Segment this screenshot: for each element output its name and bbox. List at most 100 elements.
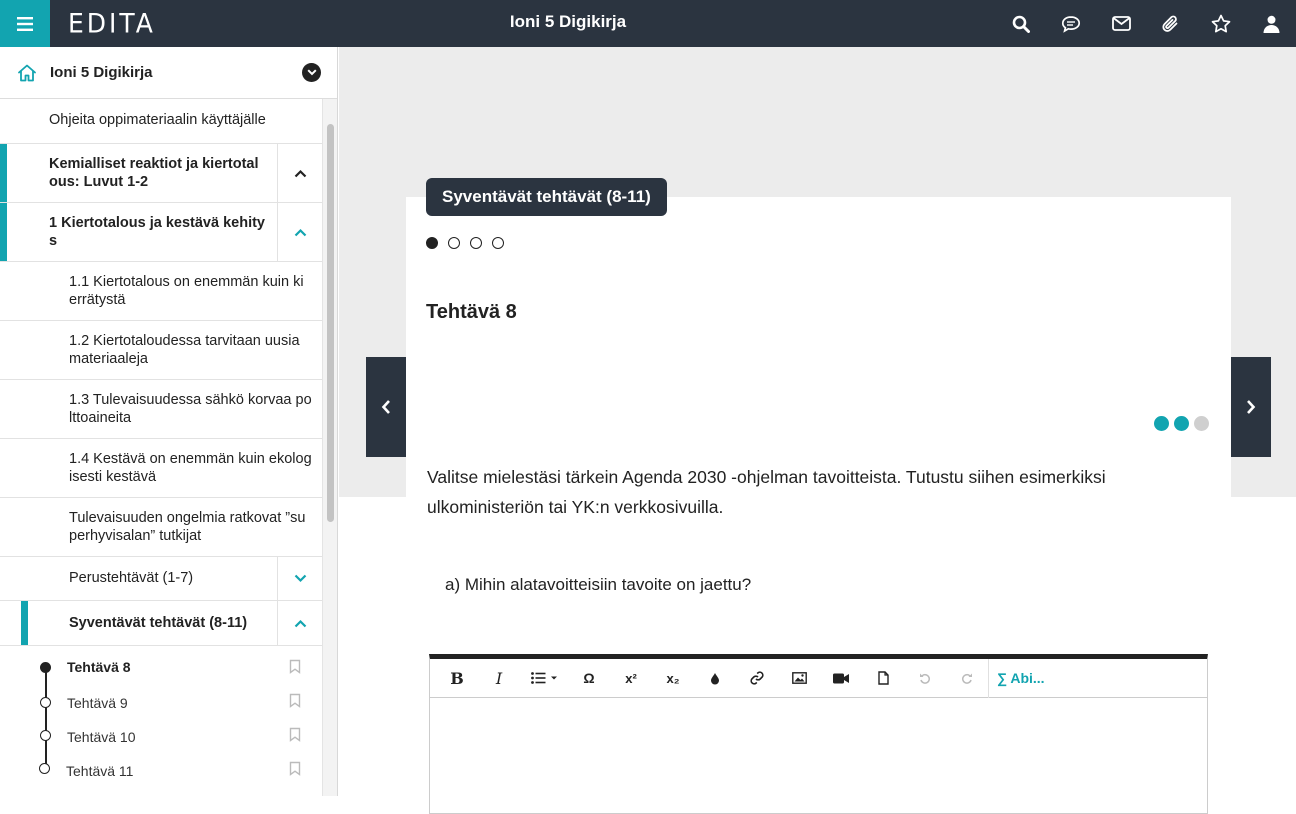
chevron-up-icon	[294, 169, 306, 177]
bold-button[interactable]: B	[436, 659, 478, 698]
toc-item-advanced-tasks[interactable]: Syventävät tehtävät (8-11)	[0, 601, 322, 646]
undo-icon	[920, 673, 930, 684]
slide-dot-3[interactable]	[1194, 416, 1209, 431]
task-label: Tehtävä 10	[67, 729, 136, 745]
ink-drop-icon	[711, 672, 719, 684]
mail-button[interactable]	[1096, 0, 1146, 47]
chevron-left-icon	[381, 400, 390, 414]
task-card	[406, 197, 1231, 497]
scrollbar-thumb[interactable]	[327, 124, 334, 522]
answer-editor[interactable]: B I Ω x² x₂ ∑ Abi...	[429, 654, 1208, 814]
toc-item-1-4[interactable]: 1.4 Kestävä on enemmän kuin ekolog isest…	[0, 439, 322, 498]
active-indicator	[21, 601, 28, 645]
next-button[interactable]	[1231, 357, 1271, 457]
toc-item-label: Perustehtävät (1-7)	[69, 570, 194, 586]
toc-item-label: Ohjeita oppimateriaalin käyttäjälle	[49, 112, 266, 128]
expand-button[interactable]	[277, 557, 322, 600]
toc-item-section-1[interactable]: 1 Kiertotalous ja kestävä kehity s	[0, 203, 322, 262]
bookmark-icon	[289, 693, 301, 708]
toc-item-chapter[interactable]: Kemialliset reaktiot ja kiertotal ous: L…	[0, 144, 322, 203]
paperclip-icon	[1162, 15, 1178, 32]
task-item-10[interactable]: Tehtävä 10	[0, 719, 322, 753]
collapse-button[interactable]	[277, 601, 322, 645]
chat-icon	[1061, 15, 1081, 33]
table-of-contents: Ohjeita oppimateriaalin käyttäjälle Kemi…	[0, 99, 322, 646]
slide-indicator	[1154, 416, 1209, 431]
editor-toolbar: B I Ω x² x₂ ∑ Abi...	[430, 658, 1207, 698]
file-button[interactable]	[862, 659, 904, 698]
task-dot	[39, 763, 50, 774]
pager-dot-3[interactable]	[470, 237, 482, 249]
toc-item-basic-tasks[interactable]: Perustehtävät (1-7)	[0, 557, 322, 601]
toc-item-1-2[interactable]: 1.2 Kiertotaloudessa tarvitaan uusia mat…	[0, 321, 322, 380]
top-bar: EDITA Ioni 5 Digikirja	[0, 0, 1296, 47]
pager-dot-1[interactable]	[426, 237, 438, 249]
collapse-button[interactable]	[277, 144, 322, 202]
pager-dot-2[interactable]	[448, 237, 460, 249]
active-indicator	[0, 203, 7, 261]
star-icon	[1211, 14, 1231, 33]
slide-dot-2[interactable]	[1174, 416, 1189, 431]
bookmark-button[interactable]	[289, 693, 301, 713]
collapse-button[interactable]	[277, 203, 322, 261]
slide-dot-1[interactable]	[1154, 416, 1169, 431]
question-a: a) Mihin alatavoitteisiin tavoite on jae…	[445, 575, 752, 594]
task-item-11[interactable]: Tehtävä 11	[0, 753, 322, 787]
bookmark-button[interactable]	[289, 727, 301, 747]
app-title: Ioni 5 Digikirja	[509, 12, 627, 31]
toc-item-label: 1.1 Kiertotalous on enemmän kuin ki errä…	[69, 274, 304, 308]
bookmark-icon	[289, 761, 301, 776]
redo-icon	[962, 673, 972, 684]
superscript-button[interactable]: x²	[610, 659, 652, 698]
task-label: Tehtävä 9	[67, 695, 128, 711]
text-color-button[interactable]	[694, 659, 736, 698]
sidebar-header: Ioni 5 Digikirja	[0, 47, 337, 99]
list-button[interactable]	[520, 659, 568, 698]
task-item-8[interactable]: Tehtävä 8	[0, 651, 322, 685]
pager-dot-4[interactable]	[492, 237, 504, 249]
abi-math-button[interactable]: ∑ Abi...	[989, 670, 1045, 686]
italic-button[interactable]: I	[478, 659, 520, 698]
user-button[interactable]	[1246, 0, 1296, 47]
redo-button[interactable]	[946, 659, 988, 698]
toc-item-instructions[interactable]: Ohjeita oppimateriaalin käyttäjälle	[0, 99, 322, 144]
file-icon	[877, 671, 889, 685]
task-pager	[426, 237, 504, 249]
main-content: Syventävät tehtävät (8-11) Tehtävä 8 Val…	[339, 47, 1296, 814]
toc-item-label: 1.3 Tulevaisuudessa sähkö korvaa po ltto…	[69, 392, 312, 426]
editor-text-area[interactable]	[430, 698, 1207, 814]
book-select-dropdown[interactable]	[302, 63, 321, 82]
previous-button[interactable]	[366, 357, 406, 457]
task-title: Tehtävä 8	[426, 301, 517, 323]
chevron-down-icon	[306, 69, 317, 76]
subscript-button[interactable]: x₂	[652, 659, 694, 698]
attachments-button[interactable]	[1146, 0, 1196, 47]
task-label: Tehtävä 8	[67, 659, 131, 675]
undo-button[interactable]	[904, 659, 946, 698]
favorites-button[interactable]	[1196, 0, 1246, 47]
special-characters-button[interactable]: Ω	[568, 659, 610, 698]
bookmark-icon	[289, 659, 301, 674]
toc-item-label: Syventävät tehtävät (8-11)	[69, 615, 248, 631]
link-button[interactable]	[736, 659, 778, 698]
toc-item-label: 1.4 Kestävä on enemmän kuin ekolog isest…	[69, 451, 312, 485]
mail-icon	[1111, 16, 1131, 31]
sidebar-scrollbar[interactable]	[322, 99, 337, 796]
bookmark-button[interactable]	[289, 659, 301, 679]
bookmark-button[interactable]	[289, 761, 301, 781]
chevron-up-icon	[294, 228, 306, 236]
task-dot	[40, 697, 51, 708]
toc-item-label: 1.2 Kiertotaloudessa tarvitaan uusia mat…	[69, 333, 300, 367]
chevron-up-icon	[294, 619, 306, 627]
home-button[interactable]	[17, 64, 37, 87]
bookmark-icon	[289, 727, 301, 742]
task-item-9[interactable]: Tehtävä 9	[0, 685, 322, 719]
search-button[interactable]	[996, 0, 1046, 47]
video-button[interactable]	[820, 659, 862, 698]
toc-item-1-1[interactable]: 1.1 Kiertotalous on enemmän kuin ki errä…	[0, 262, 322, 321]
toc-item-researchers[interactable]: Tulevaisuuden ongelmia ratkovat ”su perh…	[0, 498, 322, 557]
toc-item-1-3[interactable]: 1.3 Tulevaisuudessa sähkö korvaa po ltto…	[0, 380, 322, 439]
image-button[interactable]	[778, 659, 820, 698]
image-icon	[791, 672, 807, 684]
messages-button[interactable]	[1046, 0, 1096, 47]
